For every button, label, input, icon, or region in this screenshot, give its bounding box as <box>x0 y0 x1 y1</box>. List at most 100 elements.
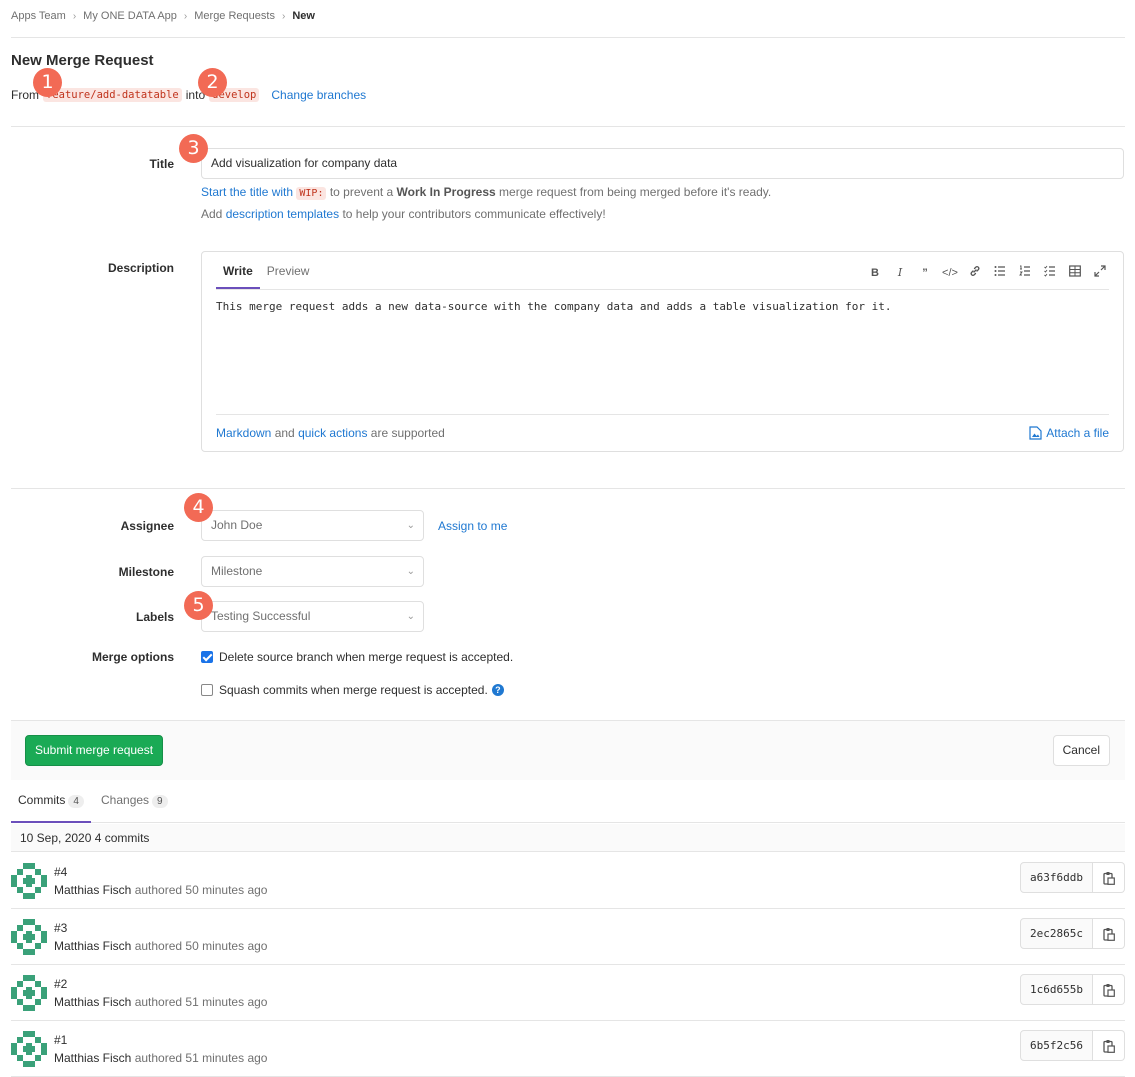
commit-title[interactable]: #2 <box>54 977 67 991</box>
description-label: Description <box>107 261 174 275</box>
commit-row: #4 Matthias Fisch authored 50 minutes ag… <box>11 853 1125 909</box>
table-icon[interactable] <box>1066 265 1084 281</box>
attach-file-button[interactable]: Attach a file <box>1029 426 1109 440</box>
cancel-button[interactable]: Cancel <box>1052 735 1110 766</box>
commit-meta: Matthias Fisch authored 50 minutes ago <box>54 883 267 897</box>
quick-actions-link[interactable]: quick actions <box>298 426 367 440</box>
assignee-label: Assignee <box>120 519 174 533</box>
markdown-link[interactable]: Markdown <box>216 426 271 440</box>
breadcrumb-item-apps-team[interactable]: Apps Team <box>11 10 66 22</box>
commit-meta: Matthias Fisch authored 51 minutes ago <box>54 1051 267 1065</box>
commit-author[interactable]: Matthias Fisch <box>54 1051 131 1065</box>
commit-title[interactable]: #1 <box>54 1033 67 1047</box>
commit-row: #1 Matthias Fisch authored 51 minutes ag… <box>11 1021 1125 1077</box>
footer-tail: are supported <box>370 426 445 440</box>
commit-sha[interactable]: 2ec2865c <box>1020 918 1093 949</box>
milestone-select[interactable]: Milestone ⌄ <box>201 556 424 587</box>
divider <box>216 289 1109 290</box>
squash-commits-checkbox[interactable] <box>201 684 213 696</box>
commits-count-badge: 4 <box>68 795 84 808</box>
branch-summary: From feature/add-datatable into develop … <box>11 88 366 102</box>
numbered-list-icon[interactable] <box>1016 265 1034 281</box>
commit-title[interactable]: #4 <box>54 865 67 879</box>
italic-icon[interactable]: I <box>891 265 909 281</box>
breadcrumb-item-merge-requests[interactable]: Merge Requests <box>194 10 275 22</box>
commit-sha[interactable]: 6b5f2c56 <box>1020 1030 1093 1061</box>
divider <box>11 126 1125 127</box>
annotation-marker-2: 2 <box>198 68 227 97</box>
milestone-label: Milestone <box>118 565 174 579</box>
annotation-marker-4: 4 <box>184 493 213 522</box>
changes-count-badge: 9 <box>152 795 168 808</box>
fullscreen-icon[interactable] <box>1091 265 1109 281</box>
commit-meta: Matthias Fisch authored 51 minutes ago <box>54 995 267 1009</box>
change-branches-link[interactable]: Change branches <box>271 88 366 102</box>
bold-icon[interactable]: B <box>866 265 884 281</box>
mr-tabs: Commits 4 Changes 9 <box>11 783 1125 823</box>
description-textarea[interactable]: This merge request adds a new data-sourc… <box>216 300 892 313</box>
labels-select[interactable]: Testing Successful ⌄ <box>201 601 424 632</box>
merge-options-label: Merge options <box>91 650 174 664</box>
copy-icon[interactable] <box>1093 1030 1125 1061</box>
submit-merge-request-button[interactable]: Submit merge request <box>25 735 164 766</box>
labels-value: Testing Successful <box>211 609 311 623</box>
avatar <box>11 1031 47 1067</box>
wip-hint: Start the title with WIP: to prevent a W… <box>201 185 772 200</box>
divider <box>11 37 1125 38</box>
commit-time: authored 51 minutes ago <box>134 995 268 1009</box>
markdown-footer: Markdown and quick actions are supported <box>216 426 445 440</box>
task-list-icon[interactable] <box>1041 265 1059 281</box>
copy-icon[interactable] <box>1093 862 1125 893</box>
tab-commits[interactable]: Commits 4 <box>11 783 91 823</box>
commit-sha-group: 1c6d655b <box>1020 974 1125 1005</box>
commit-author[interactable]: Matthias Fisch <box>54 995 131 1009</box>
question-icon[interactable]: ? <box>491 684 504 696</box>
chevron-down-icon: ⌄ <box>406 566 415 577</box>
chevron-right-icon: › <box>183 10 188 22</box>
annotation-marker-5: 5 <box>184 591 213 620</box>
divider <box>216 414 1109 415</box>
breadcrumb-item-app[interactable]: My ONE DATA App <box>83 10 177 22</box>
markdown-toolbar: B I ” </> <box>866 265 1109 281</box>
commit-sha-group: a63f6ddb <box>1020 862 1125 893</box>
copy-icon[interactable] <box>1093 918 1125 949</box>
avatar <box>11 919 47 955</box>
delete-source-branch-checkbox[interactable] <box>201 651 213 663</box>
commit-time: authored 50 minutes ago <box>134 939 268 953</box>
divider <box>11 488 1125 489</box>
title-label: Title <box>149 157 174 171</box>
assignee-value: John Doe <box>211 518 263 532</box>
link-icon[interactable] <box>966 265 984 281</box>
tab-changes[interactable]: Changes 9 <box>94 783 175 823</box>
quote-icon[interactable]: ” <box>916 265 934 281</box>
commit-sha[interactable]: a63f6ddb <box>1020 862 1093 893</box>
description-templates-link[interactable]: description templates <box>226 207 339 221</box>
commit-author[interactable]: Matthias Fisch <box>54 939 131 953</box>
title-input[interactable]: Add visualization for company data <box>201 148 1124 179</box>
wip-hint-tail: merge request from being merged before i… <box>499 185 772 199</box>
wip-hint-link[interactable]: Start the title with <box>201 185 293 199</box>
avatar <box>11 975 47 1011</box>
squash-commits-label: Squash commits when merge request is acc… <box>219 683 488 697</box>
avatar <box>11 863 47 899</box>
template-hint: Add description templates to help your c… <box>201 207 606 221</box>
squash-commits-option[interactable]: Squash commits when merge request is acc… <box>201 683 504 697</box>
commit-row: #2 Matthias Fisch authored 51 minutes ag… <box>11 965 1125 1021</box>
assignee-select[interactable]: John Doe ⌄ <box>201 510 424 541</box>
bullet-list-icon[interactable] <box>991 265 1009 281</box>
commit-title[interactable]: #3 <box>54 921 67 935</box>
commit-day-header: 10 Sep, 2020 4 commits <box>11 824 1125 852</box>
commit-sha[interactable]: 1c6d655b <box>1020 974 1093 1005</box>
tab-preview[interactable]: Preview <box>260 252 317 289</box>
form-actions: Submit merge request Cancel <box>11 720 1125 780</box>
code-icon[interactable]: </> <box>941 265 959 281</box>
footer-and: and <box>274 426 295 440</box>
delete-source-branch-option[interactable]: Delete source branch when merge request … <box>201 650 513 664</box>
breadcrumb-current: New <box>292 10 315 22</box>
wip-hint-bold: Work In Progress <box>396 185 496 199</box>
commit-author[interactable]: Matthias Fisch <box>54 883 131 897</box>
assign-to-me-link[interactable]: Assign to me <box>438 519 507 533</box>
chevron-right-icon: › <box>281 10 286 22</box>
copy-icon[interactable] <box>1093 974 1125 1005</box>
tab-write[interactable]: Write <box>216 252 260 289</box>
